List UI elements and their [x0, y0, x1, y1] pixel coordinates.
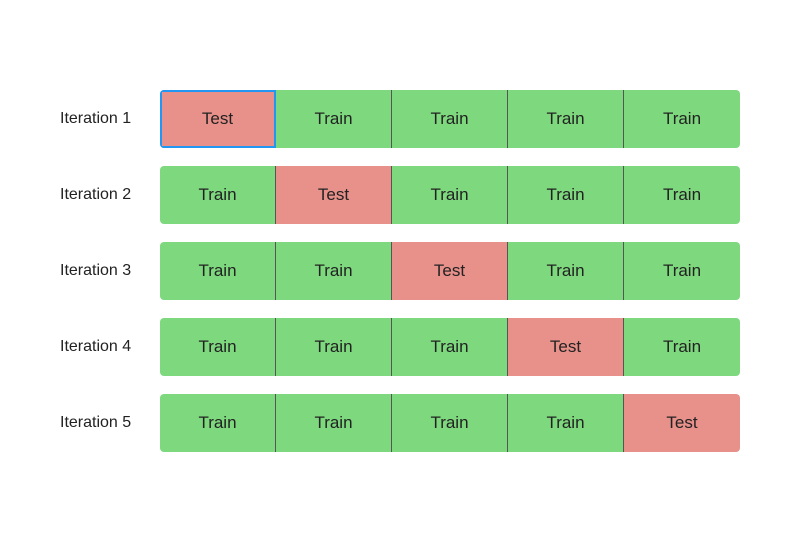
fold-5-4: Train	[508, 394, 624, 452]
fold-2-4: Train	[508, 166, 624, 224]
fold-5-5: Test	[624, 394, 740, 452]
fold-1-3: Train	[392, 90, 508, 148]
folds-row-5: TrainTrainTrainTrainTest	[160, 394, 740, 452]
fold-2-3: Train	[392, 166, 508, 224]
folds-row-4: TrainTrainTrainTestTrain	[160, 318, 740, 376]
folds-row-3: TrainTrainTestTrainTrain	[160, 242, 740, 300]
iteration-label-2: Iteration 2	[60, 186, 160, 204]
fold-1-1: Test	[160, 90, 276, 148]
fold-3-4: Train	[508, 242, 624, 300]
iteration-row-5: Iteration 5TrainTrainTrainTrainTest	[60, 394, 740, 452]
iteration-row-3: Iteration 3TrainTrainTestTrainTrain	[60, 242, 740, 300]
iteration-row-1: Iteration 1TestTrainTrainTrainTrain	[60, 90, 740, 148]
iteration-label-5: Iteration 5	[60, 414, 160, 432]
iteration-label-4: Iteration 4	[60, 338, 160, 356]
cross-validation-diagram: Iteration 1TestTrainTrainTrainTrainItera…	[30, 70, 770, 472]
folds-row-1: TestTrainTrainTrainTrain	[160, 90, 740, 148]
fold-3-3: Test	[392, 242, 508, 300]
fold-4-1: Train	[160, 318, 276, 376]
fold-2-1: Train	[160, 166, 276, 224]
iteration-row-2: Iteration 2TrainTestTrainTrainTrain	[60, 166, 740, 224]
fold-4-2: Train	[276, 318, 392, 376]
fold-3-1: Train	[160, 242, 276, 300]
iteration-label-1: Iteration 1	[60, 110, 160, 128]
fold-5-2: Train	[276, 394, 392, 452]
fold-2-5: Train	[624, 166, 740, 224]
fold-4-5: Train	[624, 318, 740, 376]
fold-5-3: Train	[392, 394, 508, 452]
fold-1-4: Train	[508, 90, 624, 148]
fold-5-1: Train	[160, 394, 276, 452]
fold-3-2: Train	[276, 242, 392, 300]
fold-3-5: Train	[624, 242, 740, 300]
fold-2-2: Test	[276, 166, 392, 224]
iteration-row-4: Iteration 4TrainTrainTrainTestTrain	[60, 318, 740, 376]
fold-1-5: Train	[624, 90, 740, 148]
folds-row-2: TrainTestTrainTrainTrain	[160, 166, 740, 224]
fold-1-2: Train	[276, 90, 392, 148]
iteration-label-3: Iteration 3	[60, 262, 160, 280]
fold-4-4: Test	[508, 318, 624, 376]
fold-4-3: Train	[392, 318, 508, 376]
